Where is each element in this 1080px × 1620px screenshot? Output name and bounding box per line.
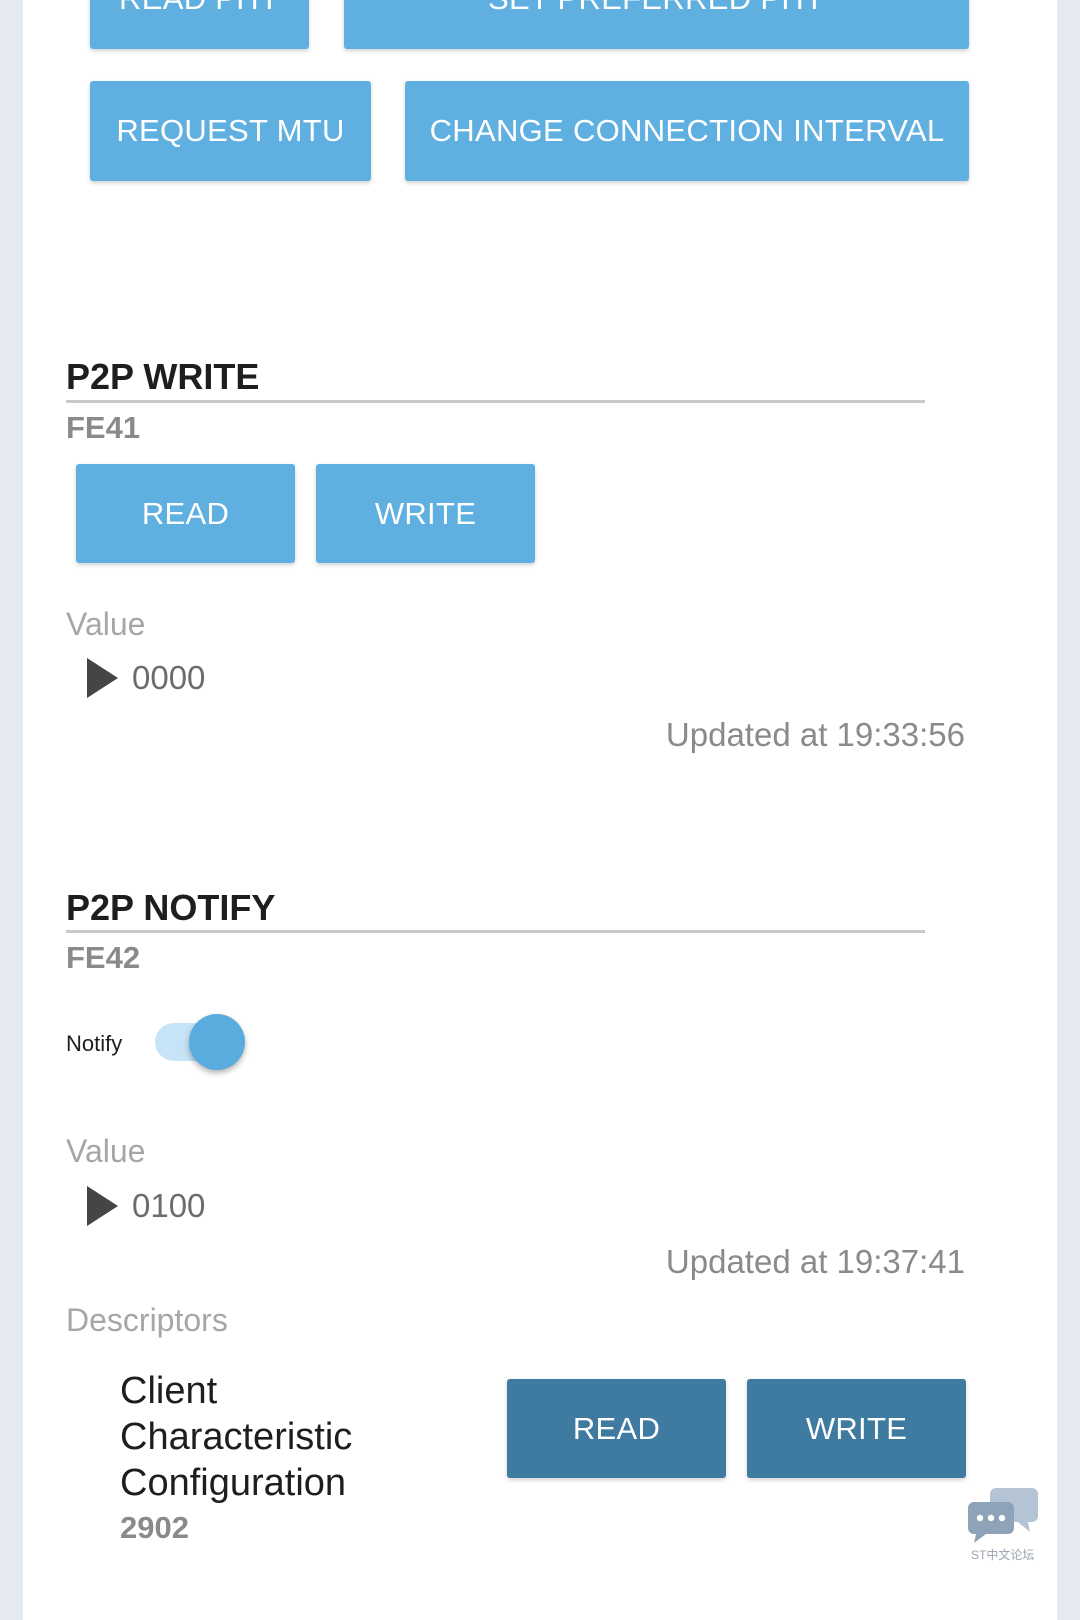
p2p-notify-value: 0100 — [132, 1187, 206, 1224]
p2p-notify-updated: Updated at 19:37:41 — [665, 1243, 965, 1280]
descriptors-label: Descriptors — [66, 1302, 228, 1338]
descriptor-name-line1: Client — [120, 1370, 218, 1412]
p2p-notify-title: P2P NOTIFY — [66, 887, 276, 928]
descriptor-name-line3: Configuration — [120, 1462, 347, 1504]
p2p-write-uuid: FE41 — [66, 410, 141, 445]
p2p-write-updated: Updated at 19:33:56 — [665, 716, 965, 753]
play-triangle-icon[interactable] — [87, 658, 118, 698]
request-mtu-button[interactable]: REQUEST MTU — [90, 81, 371, 181]
play-triangle-icon[interactable] — [87, 1186, 118, 1226]
p2p-write-title: P2P WRITE — [66, 356, 260, 397]
read-phy-button[interactable]: READ PHY — [90, 0, 309, 49]
chat-bubbles-icon — [968, 1488, 1038, 1543]
set-preferred-phy-button[interactable]: SET PREFERRED PHY — [344, 0, 969, 49]
p2p-write-value: 0000 — [132, 659, 206, 696]
descriptor-read-button[interactable]: READ — [507, 1379, 726, 1478]
change-connection-interval-button[interactable]: CHANGE CONNECTION INTERVAL — [405, 81, 969, 181]
descriptor-write-button[interactable]: WRITE — [747, 1379, 966, 1478]
p2p-notify-value-label: Value — [66, 1133, 146, 1169]
descriptor-name-line2: Characteristic — [120, 1416, 353, 1458]
descriptor-name: Client Characteristic Configuration — [120, 1368, 352, 1506]
notify-toggle[interactable] — [155, 1012, 247, 1072]
p2p-write-divider — [66, 400, 925, 403]
p2p-notify-value-row[interactable]: 0100 — [87, 1186, 205, 1226]
p2p-write-value-label: Value — [66, 606, 146, 642]
p2p-write-read-button[interactable]: READ — [76, 464, 295, 563]
p2p-notify-uuid: FE42 — [66, 940, 141, 975]
forum-watermark: ST中文论坛 — [971, 1548, 1035, 1562]
notify-label: Notify — [66, 1031, 123, 1056]
p2p-write-write-button[interactable]: WRITE — [316, 464, 535, 563]
p2p-write-value-row[interactable]: 0000 — [87, 658, 205, 698]
p2p-notify-divider — [66, 930, 925, 933]
descriptor-uuid: 2902 — [120, 1510, 189, 1545]
notify-toggle-knob — [189, 1014, 245, 1070]
